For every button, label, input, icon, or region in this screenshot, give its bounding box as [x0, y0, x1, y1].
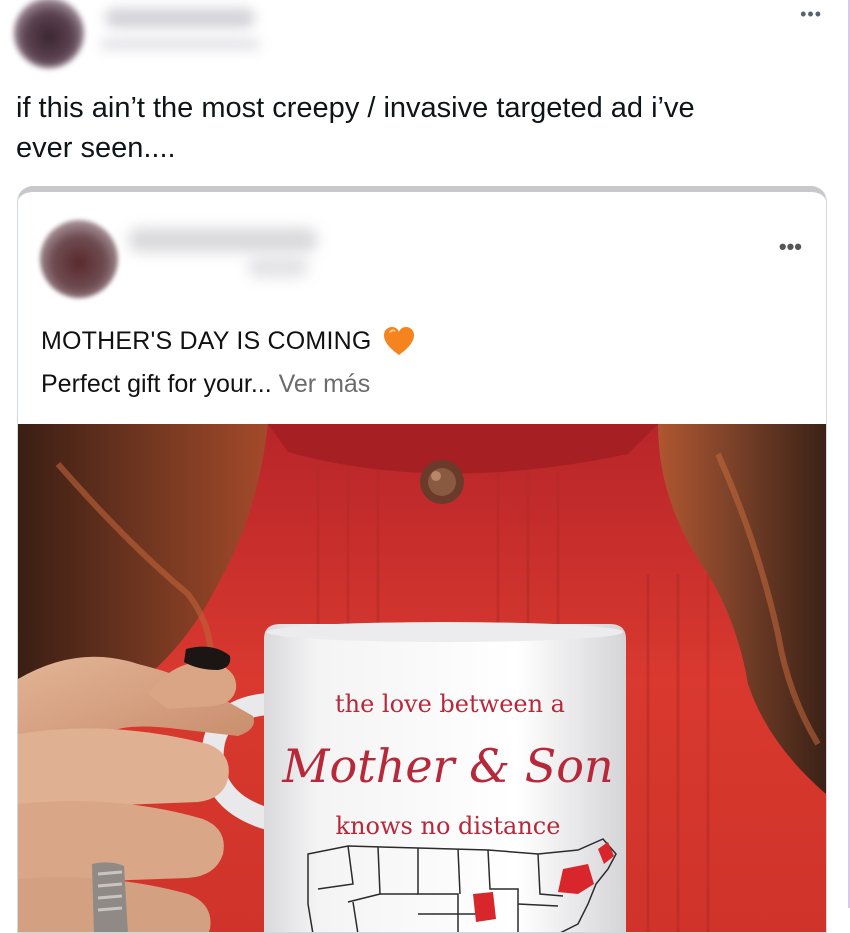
tweet-author-avatar[interactable] — [14, 0, 84, 68]
see-more-link[interactable]: Ver más — [279, 370, 371, 398]
mug-text-line-1: the love between a — [335, 690, 565, 718]
embedded-ad-card[interactable]: ••• MOTHER'S DAY IS COMING Perfect gift … — [17, 186, 827, 933]
highlighted-state-il — [473, 892, 496, 922]
ad-photo-illustration: the love between a Mother & Son knows no… — [18, 424, 826, 932]
advertiser-name[interactable] — [128, 228, 318, 252]
mug-text-line-2: Mother & Son — [281, 739, 613, 793]
ad-body: Perfect gift for your... Ver más — [41, 370, 370, 399]
mug-text-line-3: knows no distance — [336, 812, 561, 840]
advertiser-sponsored-label — [248, 256, 308, 278]
orange-heart-icon — [383, 327, 414, 355]
ad-headline: MOTHER'S DAY IS COMING — [41, 324, 416, 358]
tweet-author-name[interactable] — [105, 8, 255, 28]
tweet-text: if this ain’t the most creepy / invasive… — [16, 88, 816, 168]
tweet-author-handle[interactable] — [100, 38, 260, 50]
advertiser-avatar[interactable] — [40, 220, 118, 298]
tweet-text-line-2: ever seen.... — [16, 132, 176, 164]
more-horizontal-icon[interactable]: ••• — [779, 234, 802, 260]
more-horizontal-icon[interactable]: ••• — [800, 4, 822, 25]
tweet-text-line-1: if this ain’t the most creepy / invasive… — [16, 92, 695, 124]
ad-image[interactable]: the love between a Mother & Son knows no… — [18, 424, 826, 932]
ad-headline-text: MOTHER'S DAY IS COMING — [41, 326, 372, 355]
ad-body-text: Perfect gift for your... — [41, 370, 279, 398]
